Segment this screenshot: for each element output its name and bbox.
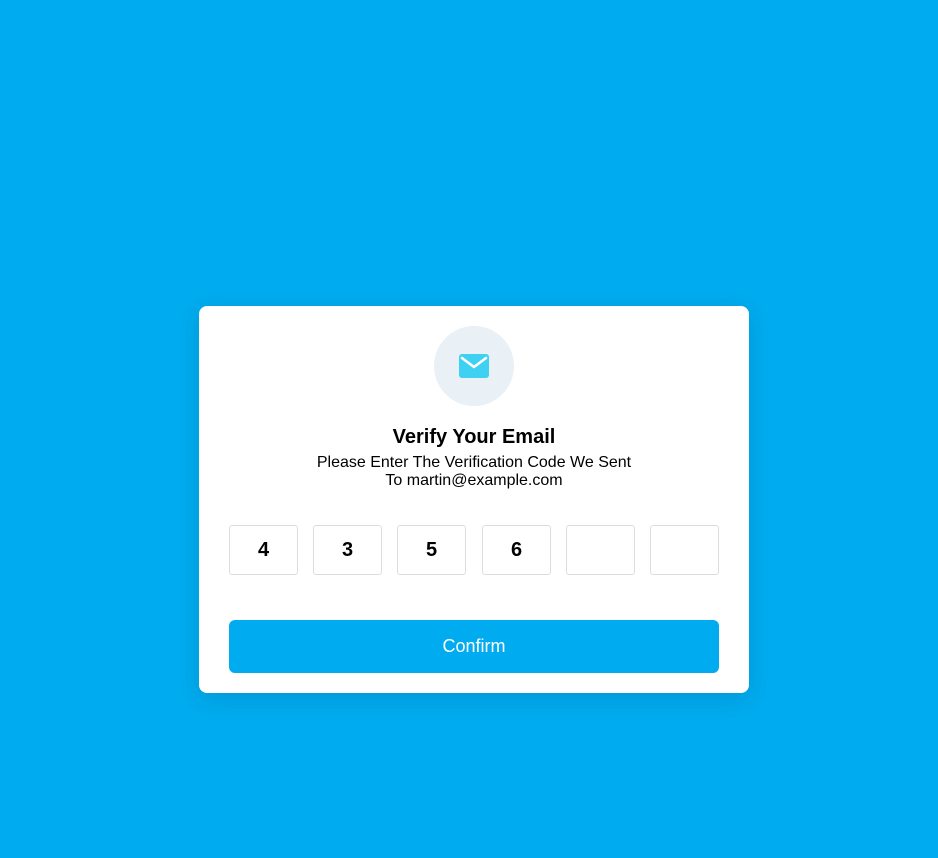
verify-email-card: Verify Your Email Please Enter The Verif… <box>199 306 749 693</box>
code-digit-6[interactable] <box>650 525 719 575</box>
code-digit-2[interactable]: 3 <box>313 525 382 575</box>
mail-icon <box>459 354 489 378</box>
code-digit-5[interactable] <box>566 525 635 575</box>
code-digit-3[interactable]: 5 <box>397 525 466 575</box>
verification-code-inputs: 4 3 5 6 <box>229 525 719 575</box>
code-digit-4[interactable]: 6 <box>482 525 551 575</box>
instruction-text: Please Enter The Verification Code We Se… <box>199 454 749 490</box>
page-title: Verify Your Email <box>392 426 556 448</box>
confirm-button[interactable]: Confirm <box>229 620 719 673</box>
instruction-line-2: To martin@example.com <box>385 472 563 489</box>
instruction-line-1: Please Enter The Verification Code We Se… <box>316 454 632 471</box>
mail-icon-badge <box>434 326 514 406</box>
code-digit-1[interactable]: 4 <box>229 525 298 575</box>
